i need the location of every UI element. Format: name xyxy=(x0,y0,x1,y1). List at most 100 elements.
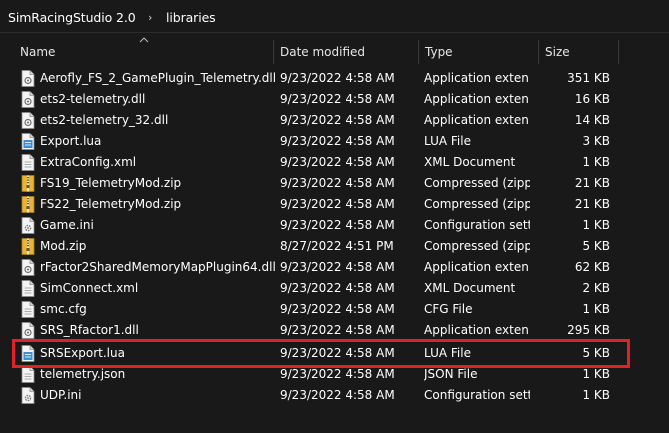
file-size: 14 KB xyxy=(574,113,610,127)
file-date: 9/23/2022 4:58 AM xyxy=(280,176,395,190)
column-header-date[interactable]: Date modified xyxy=(280,45,365,59)
zip-icon xyxy=(21,196,35,213)
file-type: Configuration sett... xyxy=(424,218,530,232)
file-name: SRS_Rfactor1.dll xyxy=(40,323,139,337)
column-divider[interactable] xyxy=(418,40,419,64)
file-type: Application exten... xyxy=(424,92,530,106)
file-size: 351 KB xyxy=(567,71,610,85)
breadcrumb-root[interactable]: SimRacingStudio 2.0 xyxy=(8,10,136,25)
file-name: Aerofly_FS_2_GamePlugin_Telemetry.dll xyxy=(40,71,277,85)
zip-icon xyxy=(21,175,35,192)
table-row[interactable]: Export.lua 9/23/2022 4:58 AM LUA File 3 … xyxy=(12,131,632,152)
column-divider[interactable] xyxy=(273,40,274,64)
dll-icon xyxy=(21,112,35,129)
table-row[interactable]: UDP.ini 9/23/2022 4:58 AM Configuration … xyxy=(12,385,632,406)
file-type: Application exten... xyxy=(424,71,530,85)
file-date: 9/23/2022 4:58 AM xyxy=(280,113,395,127)
config-icon xyxy=(21,217,35,234)
file-size: 1 KB xyxy=(582,367,610,381)
file-name: ExtraConfig.xml xyxy=(40,155,137,169)
file-name: telemetry.json xyxy=(40,367,126,381)
table-row[interactable]: SRS_Rfactor1.dll 9/23/2022 4:58 AM Appli… xyxy=(12,320,632,341)
file-size: 21 KB xyxy=(574,197,610,211)
table-row[interactable]: smc.cfg 9/23/2022 4:58 AM CFG File 1 KB xyxy=(12,299,632,320)
config-icon xyxy=(21,387,35,404)
dll-icon xyxy=(21,259,35,276)
file-name: ets2-telemetry_32.dll xyxy=(40,113,169,127)
file-type: Application exten... xyxy=(424,260,530,274)
table-row[interactable]: SimConnect.xml 9/23/2022 4:58 AM XML Doc… xyxy=(12,278,632,299)
file-type: CFG File xyxy=(424,302,473,316)
file-name: FS22_TelemetryMod.zip xyxy=(40,197,182,211)
table-row[interactable]: Aerofly_FS_2_GamePlugin_Telemetry.dll 9/… xyxy=(12,68,632,89)
file-type: Application exten... xyxy=(424,323,530,337)
file-name: Game.ini xyxy=(40,218,94,232)
file-name: SimConnect.xml xyxy=(40,281,139,295)
file-date: 9/23/2022 4:58 AM xyxy=(280,134,395,148)
file-date: 9/23/2022 4:58 AM xyxy=(280,71,395,85)
file-date: 9/23/2022 4:58 AM xyxy=(280,323,395,337)
file-name: ets2-telemetry.dll xyxy=(40,92,146,106)
file-type: Compressed (zipp... xyxy=(424,239,530,253)
column-header-name[interactable]: Name xyxy=(20,45,55,59)
sort-ascending-icon xyxy=(139,37,149,43)
breadcrumb-current[interactable]: libraries xyxy=(166,10,216,25)
file-size: 1 KB xyxy=(582,218,610,232)
file-size: 3 KB xyxy=(582,134,610,148)
dll-icon xyxy=(21,91,35,108)
file-size: 1 KB xyxy=(582,302,610,316)
lua-icon xyxy=(21,133,35,150)
table-row[interactable]: FS19_TelemetryMod.zip 9/23/2022 4:58 AM … xyxy=(12,173,632,194)
address-bar[interactable]: SimRacingStudio 2.0 › libraries xyxy=(0,0,669,34)
column-header-row: Name Date modified Type Size xyxy=(0,37,669,64)
file-type: XML Document xyxy=(424,155,516,169)
table-row[interactable]: Mod.zip 8/27/2022 4:51 PM Compressed (zi… xyxy=(12,236,632,257)
document-icon xyxy=(21,301,35,318)
file-size: 5 KB xyxy=(582,239,610,253)
file-date: 9/23/2022 4:58 AM xyxy=(280,388,395,402)
file-size: 62 KB xyxy=(574,260,610,274)
file-size: 295 KB xyxy=(567,323,610,337)
file-type: JSON File xyxy=(424,367,478,381)
file-name: Mod.zip xyxy=(40,239,87,253)
breadcrumb-chevron-icon[interactable]: › xyxy=(148,11,152,24)
dll-icon xyxy=(21,70,35,87)
file-date: 9/23/2022 4:58 AM xyxy=(280,260,395,274)
table-row[interactable]: ets2-telemetry.dll 9/23/2022 4:58 AM App… xyxy=(12,89,632,110)
table-row[interactable]: ets2-telemetry_32.dll 9/23/2022 4:58 AM … xyxy=(12,110,632,131)
file-name: rFactor2SharedMemoryMapPlugin64.dll xyxy=(40,260,276,274)
dll-icon xyxy=(21,322,35,339)
file-size: 2 KB xyxy=(582,281,610,295)
column-header-type[interactable]: Type xyxy=(425,45,453,59)
file-date: 9/23/2022 4:58 AM xyxy=(280,155,395,169)
file-name: UDP.ini xyxy=(40,388,82,402)
file-name: smc.cfg xyxy=(40,302,87,316)
table-row[interactable]: FS22_TelemetryMod.zip 9/23/2022 4:58 AM … xyxy=(12,194,632,215)
file-date: 9/23/2022 4:58 AM xyxy=(280,218,395,232)
table-row[interactable]: Game.ini 9/23/2022 4:58 AM Configuration… xyxy=(12,215,632,236)
table-row[interactable]: ExtraConfig.xml 9/23/2022 4:58 AM XML Do… xyxy=(12,152,632,173)
file-date: 9/23/2022 4:58 AM xyxy=(280,302,395,316)
column-header-size[interactable]: Size xyxy=(545,45,570,59)
file-size: 21 KB xyxy=(574,176,610,190)
file-type: Configuration sett... xyxy=(424,388,530,402)
document-icon xyxy=(21,366,35,383)
file-date: 9/23/2022 4:58 AM xyxy=(280,281,395,295)
file-size: 1 KB xyxy=(582,155,610,169)
breadcrumb: SimRacingStudio 2.0 › libraries xyxy=(0,2,669,33)
file-date: 9/23/2022 4:58 AM xyxy=(280,367,395,381)
file-date: 9/23/2022 4:58 AM xyxy=(280,92,395,106)
column-divider[interactable] xyxy=(618,40,619,64)
highlight-box xyxy=(12,339,630,368)
file-size: 1 KB xyxy=(582,388,610,402)
table-row[interactable]: rFactor2SharedMemoryMapPlugin64.dll 9/23… xyxy=(12,257,632,278)
file-name: Export.lua xyxy=(40,134,102,148)
file-type: Compressed (zipp... xyxy=(424,176,530,190)
file-type: Application exten... xyxy=(424,113,530,127)
file-size: 16 KB xyxy=(574,92,610,106)
file-date: 9/23/2022 4:58 AM xyxy=(280,197,395,211)
file-type: LUA File xyxy=(424,134,471,148)
zip-icon xyxy=(21,238,35,255)
column-divider[interactable] xyxy=(538,40,539,64)
file-type: Compressed (zipp... xyxy=(424,197,530,211)
